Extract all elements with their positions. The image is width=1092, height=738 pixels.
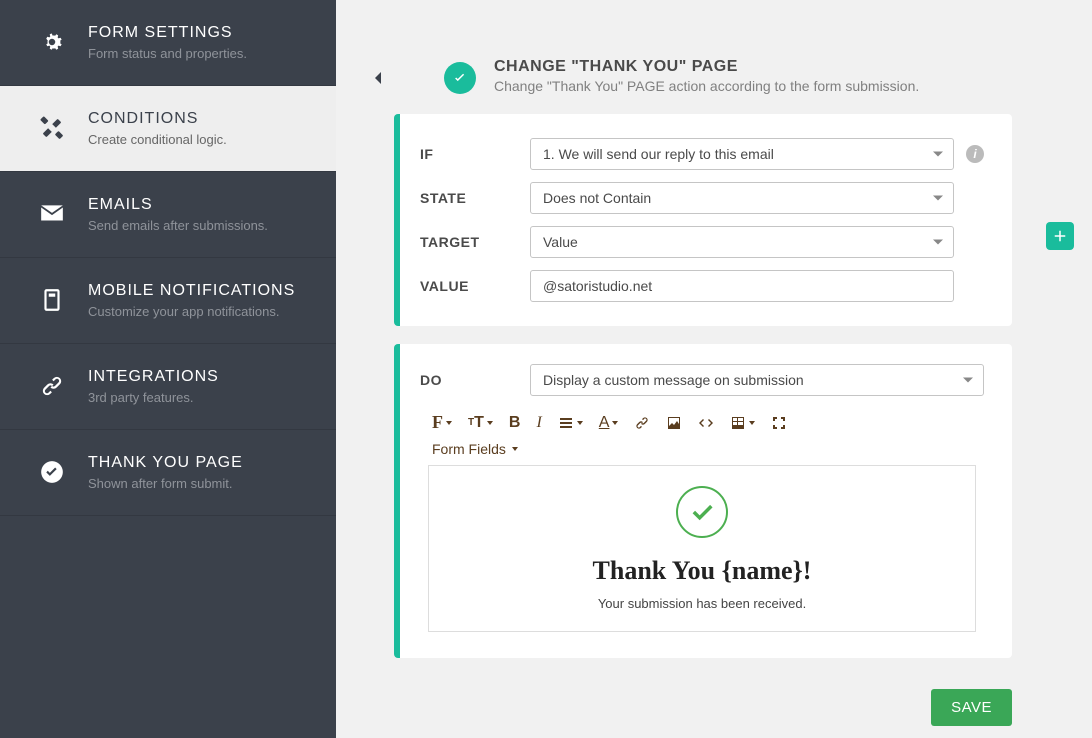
header: CHANGE "THANK YOU" PAGE Change "Thank Yo…	[336, 0, 1092, 114]
sidebar-title: FORM SETTINGS	[88, 24, 316, 42]
sidebar-text: EMAILS Send emails after submissions.	[88, 196, 316, 233]
sidebar-title: MOBILE NOTIFICATIONS	[88, 282, 316, 300]
sidebar-item-conditions[interactable]: CONDITIONS Create conditional logic.	[0, 86, 336, 172]
editor-body[interactable]: Thank You {name}! Your submission has be…	[428, 465, 976, 632]
info-icon[interactable]: i	[966, 145, 984, 163]
sidebar-text: FORM SETTINGS Form status and properties…	[88, 24, 316, 61]
page-desc: Change "Thank You" PAGE action according…	[494, 78, 919, 94]
target-label: TARGET	[420, 234, 530, 250]
sidebar-text: INTEGRATIONS 3rd party features.	[88, 368, 316, 405]
do-value: Display a custom message on submission	[543, 372, 804, 388]
target-select[interactable]: Value	[530, 226, 954, 258]
align-button[interactable]	[558, 415, 583, 431]
form-fields-button[interactable]: Form Fields	[420, 441, 984, 465]
action-panel: DO Display a custom message on submissio…	[394, 344, 1012, 658]
font-size-button[interactable]: TT	[468, 414, 493, 432]
chevron-down-icon	[933, 240, 943, 245]
form-fields-label: Form Fields	[432, 441, 506, 457]
image-button[interactable]	[666, 415, 682, 431]
sidebar-text: MOBILE NOTIFICATIONS Customize your app …	[88, 282, 316, 319]
sidebar-title: THANK YOU PAGE	[88, 454, 316, 472]
sidebar-text: CONDITIONS Create conditional logic.	[88, 110, 316, 147]
chevron-down-icon	[933, 196, 943, 201]
if-label: IF	[420, 146, 530, 162]
sidebar-item-integrations[interactable]: INTEGRATIONS 3rd party features.	[0, 344, 336, 430]
back-button[interactable]	[366, 66, 394, 94]
sidebar-item-mobile[interactable]: MOBILE NOTIFICATIONS Customize your app …	[0, 258, 336, 344]
conditions-icon	[36, 112, 68, 144]
link-icon	[36, 370, 68, 402]
sidebar-desc: Shown after form submit.	[88, 476, 316, 491]
do-label: DO	[420, 372, 530, 388]
sidebar: FORM SETTINGS Form status and properties…	[0, 0, 336, 738]
text-color-button[interactable]: A	[599, 414, 619, 432]
italic-button[interactable]: I	[536, 414, 541, 432]
gear-icon	[36, 26, 68, 58]
sidebar-item-thankyou[interactable]: THANK YOU PAGE Shown after form submit.	[0, 430, 336, 516]
editor-toolbar: F TT B I A	[420, 404, 984, 441]
save-button[interactable]: SAVE	[931, 689, 1012, 726]
email-icon	[36, 198, 68, 230]
page-title: CHANGE "THANK YOU" PAGE	[494, 58, 919, 76]
value-label: VALUE	[420, 278, 530, 294]
target-value: Value	[543, 234, 578, 250]
value-input[interactable]	[530, 270, 954, 302]
if-value: 1. We will send our reply to this email	[543, 146, 774, 162]
check-circle-icon	[444, 62, 476, 94]
if-select[interactable]: 1. We will send our reply to this email	[530, 138, 954, 170]
sidebar-desc: Customize your app notifications.	[88, 304, 316, 319]
condition-panel: IF 1. We will send our reply to this ema…	[394, 114, 1012, 326]
sidebar-desc: Send emails after submissions.	[88, 218, 316, 233]
link-button[interactable]	[634, 415, 650, 431]
sidebar-desc: Form status and properties.	[88, 46, 316, 61]
sidebar-title: INTEGRATIONS	[88, 368, 316, 386]
main-content: CHANGE "THANK YOU" PAGE Change "Thank Yo…	[336, 0, 1092, 738]
sidebar-title: EMAILS	[88, 196, 316, 214]
sidebar-desc: 3rd party features.	[88, 390, 316, 405]
table-button[interactable]	[730, 415, 755, 431]
thank-you-message: Your submission has been received.	[449, 596, 955, 611]
sidebar-title: CONDITIONS	[88, 110, 316, 128]
do-select[interactable]: Display a custom message on submission	[530, 364, 984, 396]
sidebar-item-form-settings[interactable]: FORM SETTINGS Form status and properties…	[0, 0, 336, 86]
chevron-down-icon	[933, 152, 943, 157]
chevron-down-icon	[963, 378, 973, 383]
bold-button[interactable]: B	[509, 414, 521, 432]
check-circle-icon	[36, 456, 68, 488]
sidebar-item-emails[interactable]: EMAILS Send emails after submissions.	[0, 172, 336, 258]
state-value: Does not Contain	[543, 190, 651, 206]
success-check-icon	[676, 486, 728, 538]
fullscreen-button[interactable]	[771, 415, 787, 431]
font-family-button[interactable]: F	[432, 412, 452, 433]
add-condition-button[interactable]	[1046, 222, 1074, 250]
mobile-icon	[36, 284, 68, 316]
state-select[interactable]: Does not Contain	[530, 182, 954, 214]
header-text: CHANGE "THANK YOU" PAGE Change "Thank Yo…	[494, 58, 919, 94]
sidebar-desc: Create conditional logic.	[88, 132, 316, 147]
state-label: STATE	[420, 190, 530, 206]
thank-you-title: Thank You {name}!	[449, 556, 955, 586]
code-button[interactable]	[698, 415, 714, 431]
sidebar-text: THANK YOU PAGE Shown after form submit.	[88, 454, 316, 491]
